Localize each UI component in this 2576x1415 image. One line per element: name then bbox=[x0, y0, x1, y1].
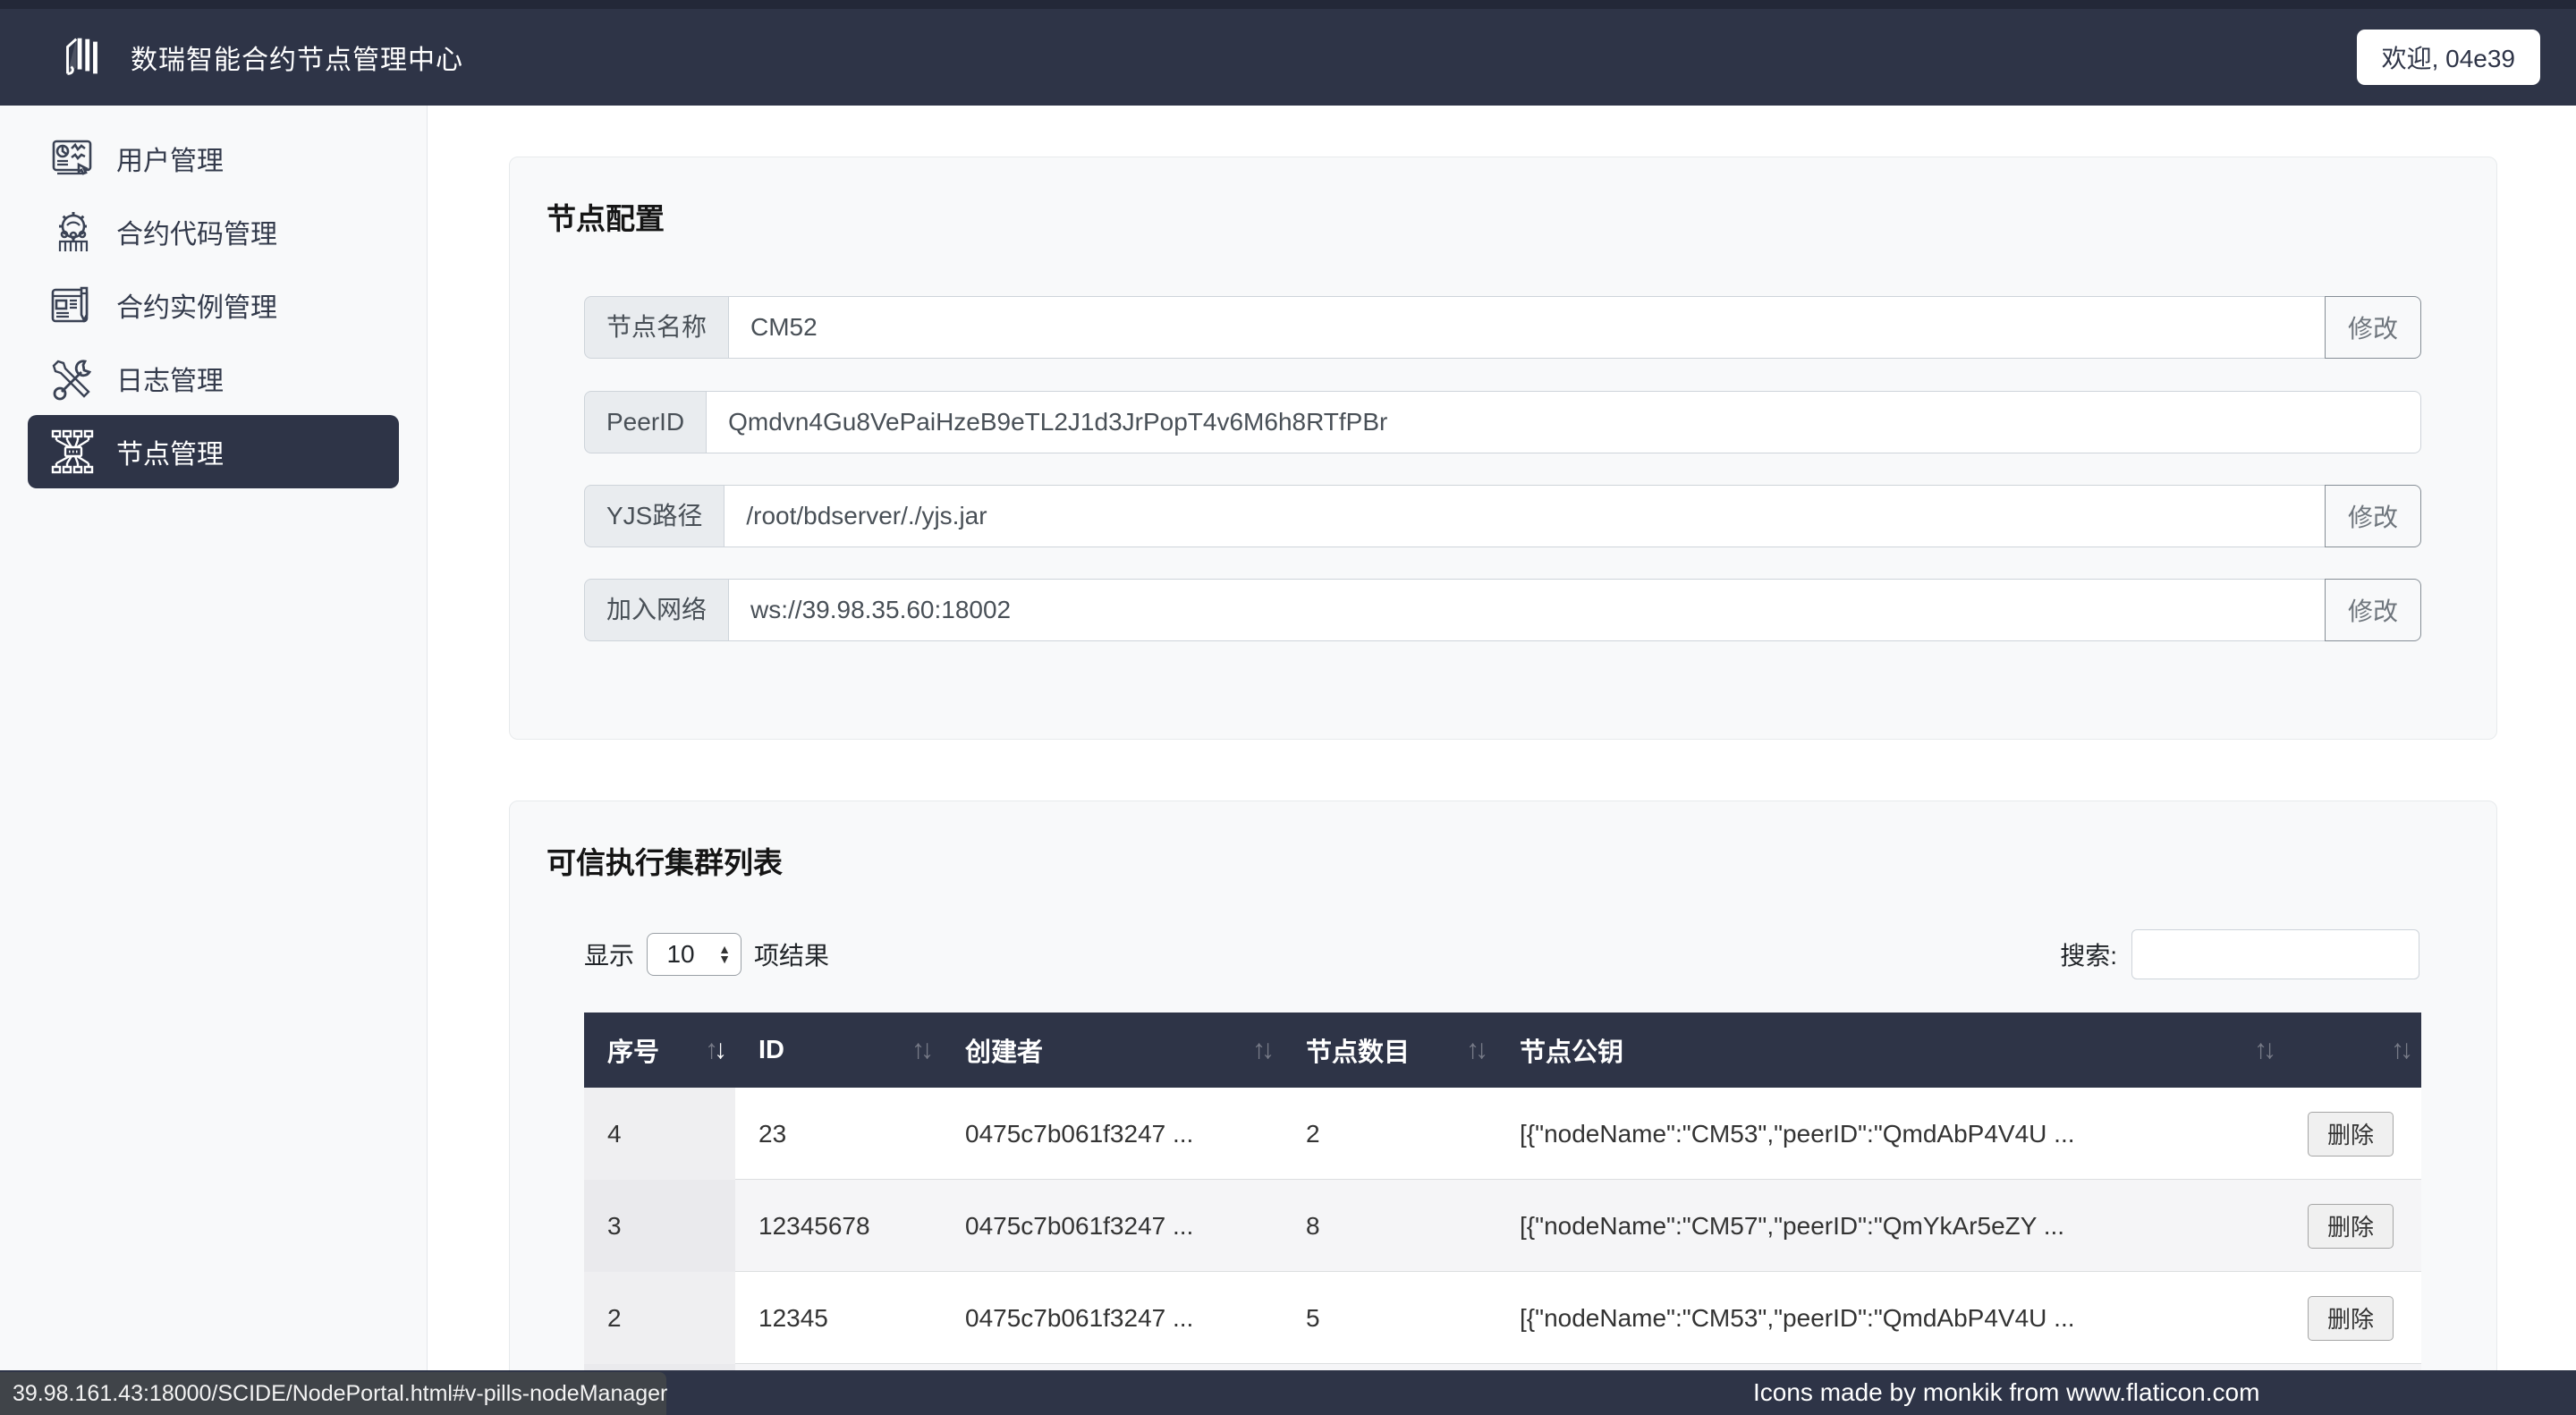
main-content: 节点配置 节点名称 修改 PeerID YJS路径 修改 加入网络 修改 可信执… bbox=[428, 106, 2576, 1370]
sort-icon: ↑ ↓ bbox=[705, 1035, 727, 1064]
page-length-control: 显示 10 ▲ ▼ 项结果 bbox=[584, 933, 829, 976]
sidebar-item-contract-instance-management[interactable]: 合约实例管理 bbox=[28, 268, 399, 342]
modify-node-name-button[interactable]: 修改 bbox=[2325, 296, 2421, 359]
welcome-user-button[interactable]: 欢迎, 04e39 bbox=[2356, 30, 2540, 85]
brand-logo-icon bbox=[66, 38, 97, 75]
cell-actions: 删除 bbox=[2284, 1088, 2421, 1180]
modify-join-network-button[interactable]: 修改 bbox=[2325, 579, 2421, 641]
table-header-row: 序号 ↑↓ ID ↑↓ 创建者 ↑↓ 节点数目 ↑↓ 节点公钥 ↑↓ bbox=[584, 1013, 2421, 1088]
peer-id-input[interactable] bbox=[706, 391, 2421, 453]
delete-row-button[interactable]: 删除 bbox=[2308, 1203, 2394, 1249]
table-row: 3 12345678 0475c7b061f3247 ... 8 [{"node… bbox=[584, 1180, 2421, 1272]
sidebar-item-label: 合约实例管理 bbox=[116, 293, 277, 323]
log-tools-icon bbox=[52, 360, 92, 401]
select-spinner-icon: ▲ ▼ bbox=[718, 942, 731, 966]
table-row: 4 23 0475c7b061f3247 ... 2 [{"nodeName":… bbox=[584, 1088, 2421, 1180]
sort-icon: ↑ ↓ bbox=[2254, 1035, 2276, 1064]
top-navbar: 数瑞智能合约节点管理中心 欢迎, 04e39 bbox=[0, 9, 2576, 106]
yjs-path-input[interactable] bbox=[724, 485, 2326, 547]
cluster-list-card: 可信执行集群列表 显示 10 ▲ ▼ 项结果 搜索: 序号 ↑ ↓ ID ↑ ↓… bbox=[509, 801, 2497, 1370]
join-network-label: 加入网络 bbox=[584, 579, 730, 641]
dashboard-icon bbox=[52, 140, 92, 175]
delete-row-button[interactable]: 删除 bbox=[2308, 1111, 2394, 1157]
search-input[interactable] bbox=[2131, 929, 2419, 979]
node-config-title: 节点配置 bbox=[547, 202, 665, 235]
sidebar-item-node-management[interactable]: 节点管理 bbox=[28, 415, 399, 488]
sort-icon: ↑ ↓ bbox=[911, 1035, 934, 1064]
node-name-input[interactable] bbox=[728, 296, 2326, 359]
header-id[interactable]: ID ↑ ↓ bbox=[735, 1013, 942, 1088]
sidebar-item-log-management[interactable]: 日志管理 bbox=[28, 342, 399, 415]
cell-actions: 删除 bbox=[2284, 1272, 2421, 1364]
yjs-path-field-group: YJS路径 修改 bbox=[584, 485, 2421, 547]
node-name-label: 节点名称 bbox=[584, 296, 730, 359]
sidebar-item-contract-code-management[interactable]: 合约代码管理 bbox=[28, 195, 399, 268]
cell-id: 12345678 bbox=[758, 1211, 870, 1240]
cell-public-key: [{"nodeName":"CM53","peerID":"QmdAbP4V4U… bbox=[1520, 1303, 2075, 1332]
length-prefix-label: 显示 bbox=[584, 942, 635, 970]
cell-actions: 删除 bbox=[2284, 1180, 2421, 1272]
sidebar-item-label: 节点管理 bbox=[116, 440, 224, 470]
sidebar-nav: 用户管理 合约代码管理 合约实例管理 日志管理 节点管理 bbox=[0, 106, 428, 1370]
cell-id: 12345 bbox=[758, 1303, 828, 1332]
attribution-text: Icons made by monkik from www.flaticon.c… bbox=[1753, 1378, 2260, 1406]
cell-index: 3 bbox=[584, 1180, 735, 1272]
browser-status-bar: 39.98.161.43:18000/SCIDE/NodePortal.html… bbox=[0, 1372, 667, 1415]
header-creator[interactable]: 创建者 ↑ ↓ bbox=[942, 1013, 1283, 1088]
peer-id-field-group: PeerID bbox=[584, 391, 2421, 453]
cell-creator: 0475c7b061f3247 ... bbox=[965, 1303, 1194, 1332]
sort-icon: ↑ ↓ bbox=[1466, 1035, 1488, 1064]
sidebar-item-label: 合约代码管理 bbox=[116, 220, 277, 250]
cluster-list-title: 可信执行集群列表 bbox=[547, 846, 783, 879]
contract-instance-icon bbox=[51, 286, 89, 323]
header-index[interactable]: 序号 ↑ ↓ bbox=[584, 1013, 735, 1088]
cell-node-count: 2 bbox=[1306, 1119, 1320, 1148]
header-actions[interactable]: ↑ ↓ bbox=[2284, 1013, 2421, 1088]
sidebar-item-label: 日志管理 bbox=[116, 367, 224, 396]
peer-id-label: PeerID bbox=[584, 391, 708, 453]
cell-creator: 0475c7b061f3247 ... bbox=[965, 1119, 1194, 1148]
join-network-input[interactable] bbox=[728, 579, 2326, 641]
window-top-strip bbox=[0, 0, 2576, 9]
node-network-icon bbox=[51, 429, 94, 474]
delete-row-button[interactable]: 删除 bbox=[2308, 1295, 2394, 1341]
yjs-path-label: YJS路径 bbox=[584, 485, 725, 547]
length-suffix-label: 项结果 bbox=[754, 942, 830, 970]
header-public-key[interactable]: 节点公钥 ↑ ↓ bbox=[1496, 1013, 2284, 1088]
cell-index: 4 bbox=[584, 1088, 735, 1180]
cell-creator: 0475c7b061f3247 ... bbox=[965, 1211, 1194, 1240]
table-row-partial bbox=[584, 1364, 2421, 1370]
contract-code-icon bbox=[58, 212, 89, 251]
sort-icon: ↑ ↓ bbox=[1252, 1035, 1275, 1064]
cell-node-count: 8 bbox=[1306, 1211, 1320, 1240]
table-search-control: 搜索: bbox=[2060, 929, 2419, 979]
sidebar-item-user-management[interactable]: 用户管理 bbox=[28, 122, 399, 195]
node-name-field-group: 节点名称 修改 bbox=[584, 296, 2421, 359]
page-length-select[interactable]: 10 ▲ ▼ bbox=[647, 933, 742, 976]
modify-yjs-path-button[interactable]: 修改 bbox=[2325, 485, 2421, 547]
node-config-card: 节点配置 节点名称 修改 PeerID YJS路径 修改 加入网络 修改 bbox=[509, 157, 2497, 740]
header-node-count[interactable]: 节点数目 ↑ ↓ bbox=[1283, 1013, 1496, 1088]
sort-icon: ↑ ↓ bbox=[2391, 1035, 2413, 1064]
cell-public-key: [{"nodeName":"CM57","peerID":"QmYkAr5eZY… bbox=[1520, 1211, 2065, 1240]
join-network-field-group: 加入网络 修改 bbox=[584, 579, 2421, 641]
sidebar-item-label: 用户管理 bbox=[116, 147, 224, 176]
cell-index: 2 bbox=[584, 1272, 735, 1364]
cell-id: 23 bbox=[758, 1119, 787, 1148]
search-label: 搜索: bbox=[2060, 942, 2117, 970]
cluster-table: 序号 ↑↓ ID ↑↓ 创建者 ↑↓ 节点数目 ↑↓ 节点公钥 ↑↓ bbox=[584, 1013, 2421, 1370]
table-row: 2 12345 0475c7b061f3247 ... 5 [{"nodeNam… bbox=[584, 1272, 2421, 1364]
cell-public-key: [{"nodeName":"CM53","peerID":"QmdAbP4V4U… bbox=[1520, 1119, 2075, 1148]
cell-node-count: 5 bbox=[1306, 1303, 1320, 1332]
page-length-value: 10 bbox=[666, 940, 695, 968]
app-title: 数瑞智能合约节点管理中心 bbox=[131, 46, 463, 75]
